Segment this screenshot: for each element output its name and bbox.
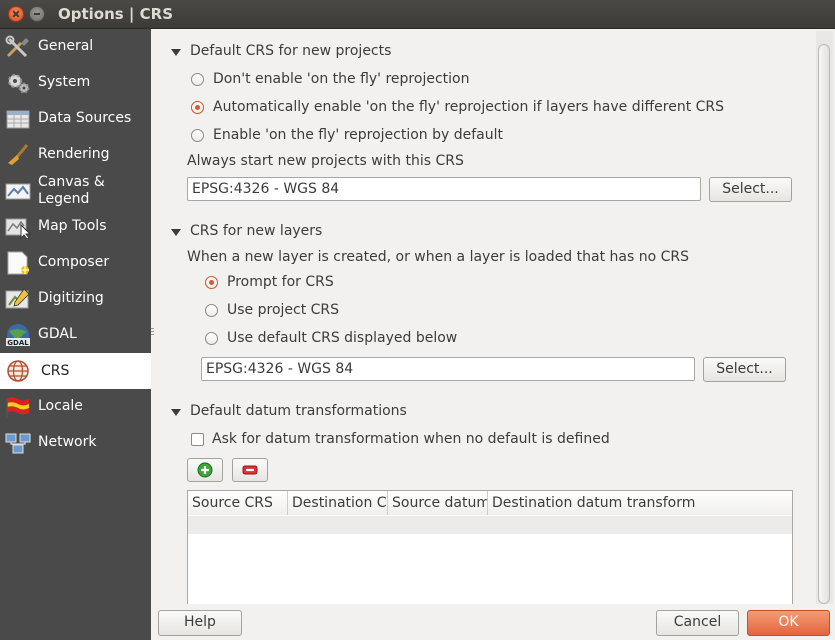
- canvas-legend-icon: [5, 183, 31, 200]
- datum-transformations-heading: Default datum transformations: [190, 403, 407, 419]
- radio-project-crs[interactable]: [205, 304, 218, 317]
- crs-options-panel: Default CRS for new projects Don't enabl…: [156, 29, 816, 604]
- radio-no-otf[interactable]: [191, 73, 204, 86]
- radio-prompt-crs[interactable]: [205, 276, 218, 289]
- sidebar-item-map-tools[interactable]: Map Tools: [0, 209, 151, 245]
- column-header-source-crs[interactable]: Source CRS: [188, 491, 288, 515]
- datum-transformations-table: Source CRS Destination CRS Source datum …: [187, 490, 793, 604]
- sidebar-item-composer[interactable]: Composer: [0, 245, 151, 281]
- column-header-source-datum[interactable]: Source datum: [388, 491, 488, 515]
- sidebar-item-label: Locale: [38, 398, 83, 414]
- gears-icon: [8, 74, 30, 94]
- table-icon: [6, 110, 30, 129]
- radio-auto-otf-label[interactable]: Automatically enable 'on the fly' reproj…: [213, 99, 724, 115]
- sidebar-item-canvas-legend[interactable]: Canvas & Legend: [0, 173, 151, 209]
- radio-enable-otf[interactable]: [191, 129, 204, 142]
- collapse-triangle-icon[interactable]: [171, 229, 181, 236]
- sidebar-item-general[interactable]: General: [0, 29, 151, 65]
- sidebar-item-label: General: [38, 38, 94, 54]
- layer-default-crs-field[interactable]: EPSG:4326 - WGS 84: [201, 357, 695, 381]
- network-icon: [5, 433, 31, 454]
- collapse-triangle-icon[interactable]: [171, 409, 181, 416]
- sidebar-item-label: GDAL: [38, 326, 77, 342]
- select-project-crs-button[interactable]: Select...: [709, 177, 792, 202]
- radio-default-crs[interactable]: [205, 332, 218, 345]
- sidebar-item-label: Network: [38, 434, 97, 450]
- sidebar-item-label: Digitizing: [38, 290, 104, 306]
- crs-new-layers-heading: CRS for new layers: [190, 223, 323, 239]
- radio-default-crs-label[interactable]: Use default CRS displayed below: [227, 330, 457, 346]
- sidebar-item-data-sources[interactable]: Data Sources: [0, 101, 151, 137]
- window-title: Options | CRS: [58, 5, 173, 23]
- minus-icon: [242, 465, 258, 475]
- minimize-window-button[interactable]: [29, 6, 45, 22]
- default-crs-heading: Default CRS for new projects: [190, 43, 392, 59]
- plus-icon: [197, 462, 213, 478]
- sidebar-item-label: System: [38, 74, 91, 90]
- map-tools-icon: [5, 218, 31, 239]
- svg-text:GDAL: GDAL: [7, 339, 29, 347]
- sidebar-item-rendering[interactable]: Rendering: [0, 137, 151, 173]
- remove-transformation-button[interactable]: [232, 458, 268, 482]
- scrollbar-thumb[interactable]: [818, 44, 830, 604]
- splitter-handle[interactable]: [151, 328, 155, 340]
- title-bar: Options | CRS: [0, 0, 835, 29]
- cancel-button[interactable]: Cancel: [656, 610, 739, 636]
- sidebar-item-system[interactable]: System: [0, 65, 151, 101]
- sidebar-item-crs[interactable]: CRS: [0, 353, 151, 389]
- close-window-button[interactable]: [8, 6, 24, 22]
- paintbrush-icon: [8, 144, 29, 165]
- gdal-icon: GDAL: [6, 324, 30, 347]
- radio-project-crs-label[interactable]: Use project CRS: [227, 302, 339, 318]
- sidebar-item-gdal[interactable]: GDAL GDAL: [0, 317, 151, 353]
- radio-no-otf-label[interactable]: Don't enable 'on the fly' reprojection: [213, 71, 469, 87]
- table-row-empty: [188, 516, 792, 534]
- sidebar-item-label: Composer: [38, 254, 110, 270]
- sidebar-item-network[interactable]: Network: [0, 425, 151, 461]
- project-crs-field[interactable]: EPSG:4326 - WGS 84: [187, 177, 701, 201]
- vertical-scrollbar[interactable]: [816, 31, 833, 604]
- column-header-destination-datum[interactable]: Destination datum transform: [488, 491, 792, 515]
- help-button[interactable]: Help: [158, 610, 242, 636]
- sidebar-item-label: CRS: [41, 363, 70, 379]
- dialog-button-bar: Help Cancel OK: [151, 604, 835, 640]
- ask-datum-checkbox[interactable]: [191, 433, 204, 446]
- radio-auto-otf[interactable]: [191, 101, 204, 114]
- digitizing-icon: [5, 288, 30, 309]
- radio-prompt-crs-label[interactable]: Prompt for CRS: [227, 274, 334, 290]
- sidebar-item-digitizing[interactable]: Digitizing: [0, 281, 151, 317]
- always-start-crs-label: Always start new projects with this CRS: [187, 153, 464, 169]
- radio-enable-otf-label[interactable]: Enable 'on the fly' reprojection by defa…: [213, 127, 503, 143]
- column-header-destination-crs[interactable]: Destination CRS: [288, 491, 388, 515]
- collapse-triangle-icon[interactable]: [171, 49, 181, 56]
- options-sidebar: General System Data Sources Rendering Ca…: [0, 29, 151, 640]
- crs-new-layers-description: When a new layer is created, or when a l…: [187, 249, 689, 265]
- globe-icon: [7, 360, 29, 382]
- ok-button[interactable]: OK: [747, 610, 830, 636]
- sidebar-item-label: Data Sources: [38, 110, 132, 126]
- sidebar-item-label: Map Tools: [38, 218, 107, 234]
- select-layer-crs-button[interactable]: Select...: [703, 357, 786, 382]
- flag-icon: [6, 397, 29, 418]
- composer-icon: [7, 251, 29, 275]
- tools-icon: [5, 35, 29, 58]
- sidebar-item-locale[interactable]: Locale: [0, 389, 151, 425]
- add-transformation-button[interactable]: [187, 458, 223, 482]
- ask-datum-label[interactable]: Ask for datum transformation when no def…: [212, 431, 610, 447]
- sidebar-item-label: Canvas & Legend: [38, 174, 105, 207]
- sidebar-item-label: Rendering: [38, 146, 110, 162]
